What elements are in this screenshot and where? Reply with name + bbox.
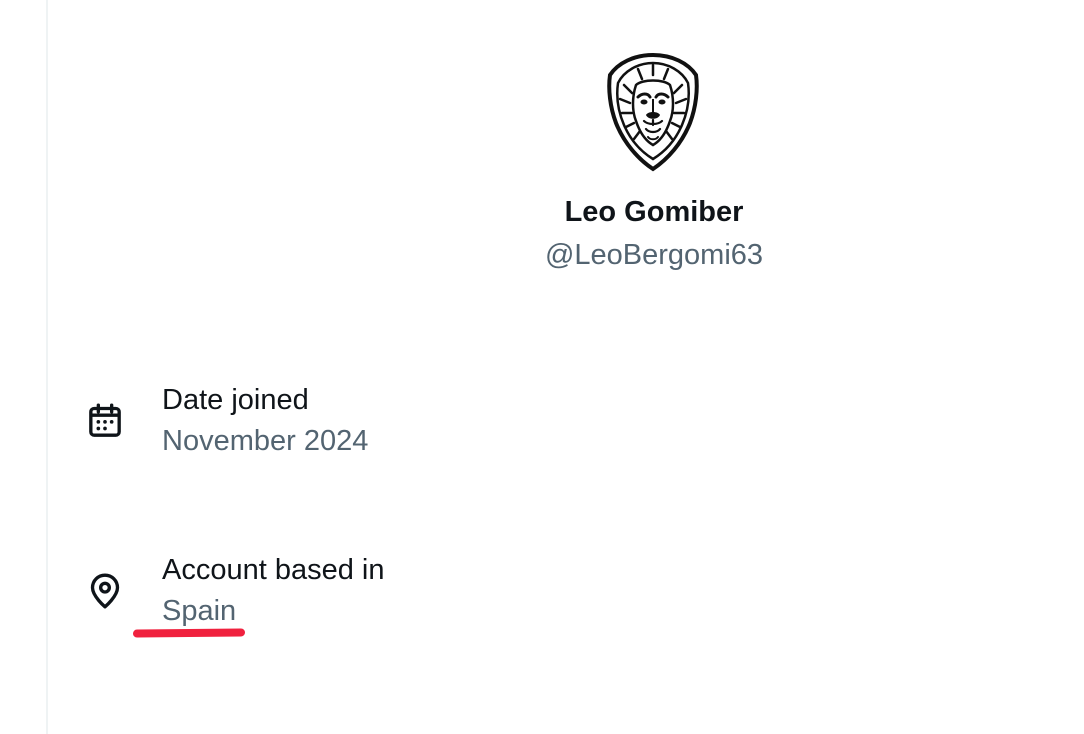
account-based-in-label: Account based in — [162, 554, 385, 586]
calendar-icon — [84, 400, 126, 442]
location-pin-icon — [84, 570, 126, 612]
lion-crest-icon — [607, 52, 699, 172]
avatar[interactable] — [588, 46, 718, 176]
highlight-underline — [132, 628, 246, 638]
date-joined-label: Date joined — [162, 384, 309, 416]
info-row-date-joined: Date joined November 2024 — [0, 380, 1084, 480]
display-name: Leo Gomiber — [564, 196, 744, 228]
account-based-in-value: Spain — [162, 595, 237, 627]
date-joined-value: November 2024 — [162, 425, 369, 457]
user-handle: @LeoBergomi63 — [544, 239, 764, 271]
profile-header: Leo Gomiber @LeoBergomi63 — [0, 0, 1084, 300]
